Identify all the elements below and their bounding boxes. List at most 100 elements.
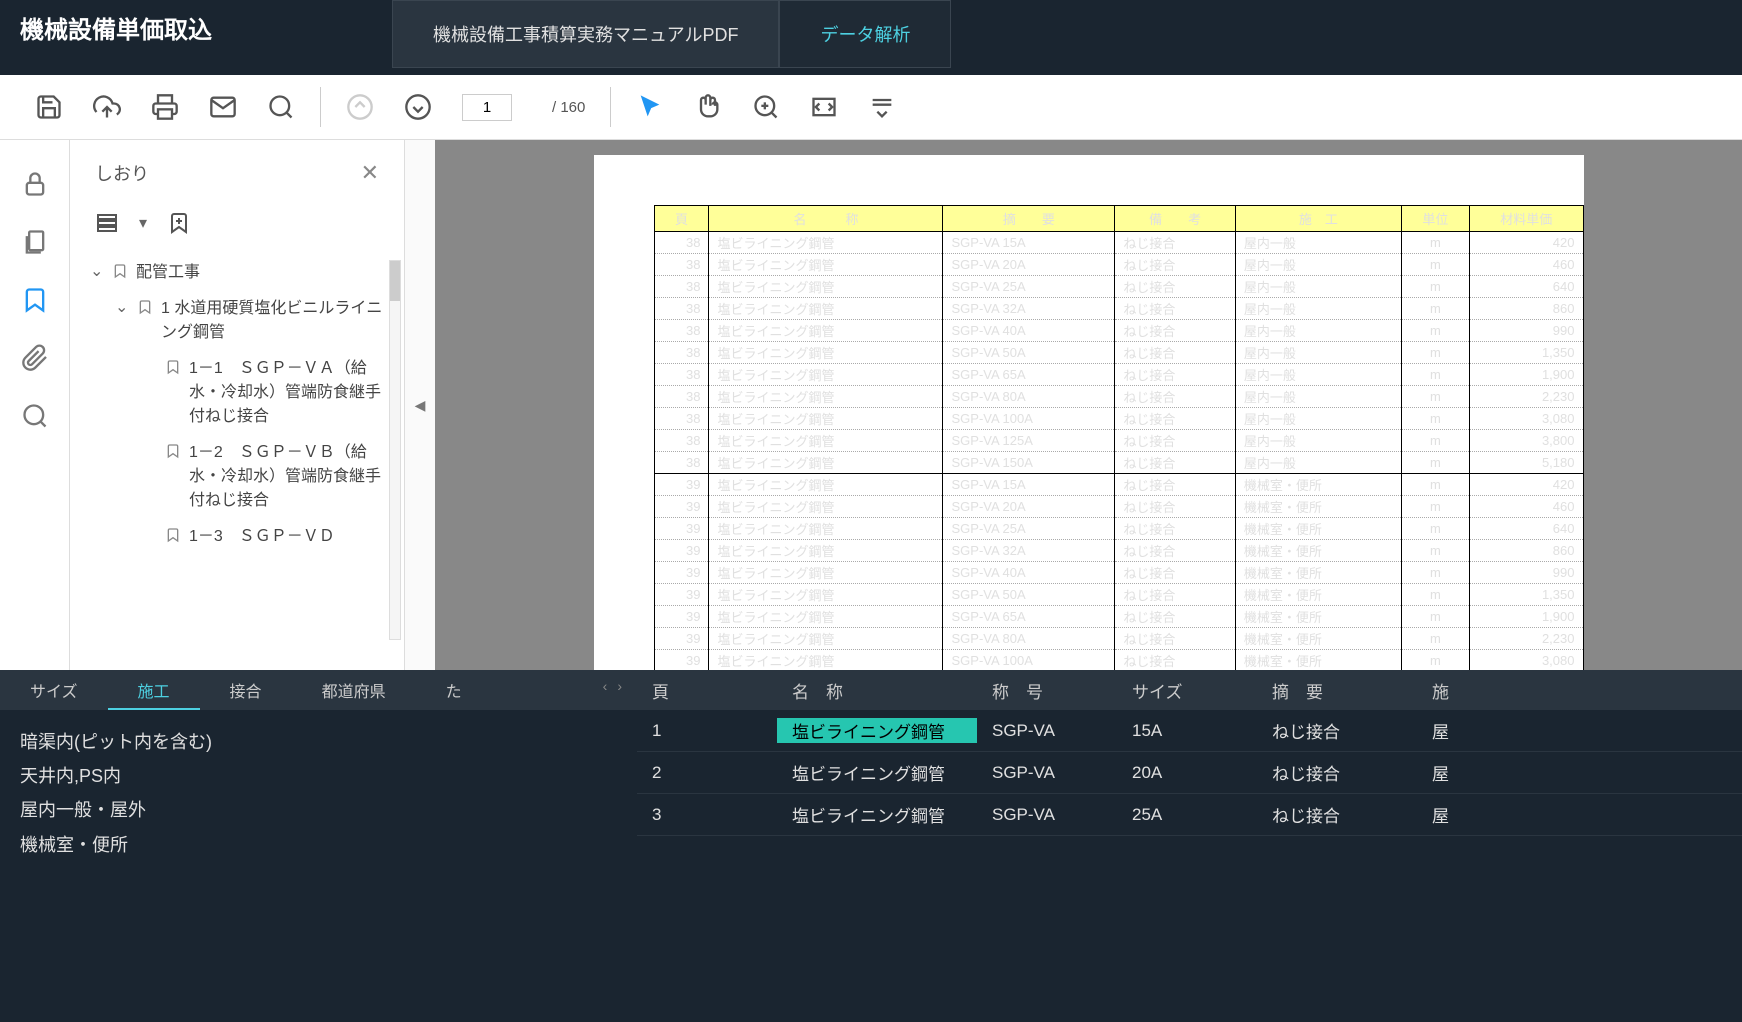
- pdf-table-row: 38塩ビライニング鋼管SGP-VA 100Aねじ接合屋内一般m3,080: [654, 408, 1583, 430]
- bookmark-outline-icon: [137, 297, 153, 317]
- search-panel-icon[interactable]: [21, 402, 49, 430]
- hand-icon[interactable]: [694, 93, 722, 121]
- list-item[interactable]: 暗渠内(ピット内を含む): [20, 725, 617, 759]
- tab-extra[interactable]: た: [416, 670, 492, 710]
- bookmark-scrollbar[interactable]: [389, 260, 401, 640]
- print-icon[interactable]: [151, 93, 179, 121]
- pdf-table-row: 38塩ビライニング鋼管SGP-VA 125Aねじ接合屋内一般m3,800: [654, 430, 1583, 452]
- tree-leaf-1-label: 1－1 ＳＧＰ－ＶＡ（給水・冷却水）管端防食継手付ねじ接合: [189, 357, 384, 429]
- tree-leaf-2[interactable]: 1－2 ＳＧＰ－ＶＢ（給水・冷却水）管端防食継手付ねじ接合: [165, 435, 384, 519]
- tree-root-label: 配管工事: [136, 261, 384, 285]
- chevron-down-icon[interactable]: ⌄: [115, 297, 129, 317]
- bookmark-panel-title: しおり: [95, 160, 149, 186]
- tree-root[interactable]: ⌄ 配管工事: [90, 255, 384, 291]
- pdf-data-table: 頁名 称摘 要備 考施 工単位材料単価38塩ビライニング鋼管SGP-VA 15A…: [654, 205, 1584, 670]
- pdf-column-header: 名 称: [709, 206, 943, 232]
- bottom-panel: サイズ 施工 接合 都道府県 た ‹ › 暗渠内(ピット内を含む) 天井内,PS…: [0, 670, 1742, 1022]
- close-icon[interactable]: ✕: [361, 160, 379, 186]
- tree-child-1[interactable]: ⌄ 1 水道用硬質塩化ビニルライニング鋼管: [115, 291, 384, 351]
- tree-leaf-3[interactable]: 1－3 ＳＧＰ－ＶＤ: [165, 519, 384, 555]
- pdf-table-row: 39塩ビライニング鋼管SGP-VA 15Aねじ接合機械室・便所m420: [654, 474, 1583, 496]
- data-grid-header: 頁 名 称 称 号 サイズ 摘 要 施: [637, 670, 1742, 710]
- page-down-icon[interactable]: [404, 93, 432, 121]
- pdf-table-row: 38塩ビライニング鋼管SGP-VA 15Aねじ接合屋内一般m420: [654, 232, 1583, 254]
- list-item[interactable]: 機械室・便所: [20, 828, 617, 862]
- search-icon[interactable]: [267, 93, 295, 121]
- pdf-table-row: 39塩ビライニング鋼管SGP-VA 40Aねじ接合機械室・便所m990: [654, 562, 1583, 584]
- tab-construction[interactable]: 施工: [108, 670, 200, 710]
- tab-prev-icon[interactable]: ‹: [603, 678, 608, 694]
- tree-leaf-1[interactable]: 1－1 ＳＧＰ－ＶＡ（給水・冷却水）管端防食継手付ねじ接合: [165, 351, 384, 435]
- pdf-table-row: 39塩ビライニング鋼管SGP-VA 65Aねじ接合機械室・便所m1,900: [654, 606, 1583, 628]
- pdf-table-row: 38塩ビライニング鋼管SGP-VA 25Aねじ接合屋内一般m640: [654, 276, 1583, 298]
- bookmark-outline-icon: [165, 357, 181, 377]
- tab-pdf-manual[interactable]: 機械設備工事積算実務マニュアルPDF: [392, 0, 779, 68]
- pages-icon[interactable]: [21, 228, 49, 256]
- pdf-table-row: 39塩ビライニング鋼管SGP-VA 100Aねじ接合機械室・便所m3,080: [654, 650, 1583, 671]
- text-width-icon[interactable]: [868, 93, 896, 121]
- bookmark-outline-icon: [165, 441, 181, 461]
- save-icon[interactable]: [35, 93, 63, 121]
- viewer-body: しおり ✕ ▾ ⌄ 配管工事 ⌄ 1 水道用硬質塩化ビニルライ: [0, 140, 1742, 670]
- col-header-page: 頁: [637, 678, 777, 703]
- bookmark-outline-icon: [112, 261, 128, 281]
- bookmark-outline-icon: [165, 525, 181, 545]
- pdf-table-row: 38塩ビライニング鋼管SGP-VA 20Aねじ接合屋内一般m460: [654, 254, 1583, 276]
- tree-leaf-2-label: 1－2 ＳＧＰ－ＶＢ（給水・冷却水）管端防食継手付ねじ接合: [189, 441, 384, 513]
- col-header-code: 称 号: [977, 678, 1117, 703]
- pdf-table-row: 38塩ビライニング鋼管SGP-VA 80Aねじ接合屋内一般m2,230: [654, 386, 1583, 408]
- lock-icon[interactable]: [21, 170, 49, 198]
- scrollbar-thumb[interactable]: [390, 261, 400, 301]
- pdf-toolbar: / 160: [0, 75, 1742, 140]
- pdf-column-header: 摘 要: [943, 206, 1115, 232]
- data-row[interactable]: 3塩ビライニング鋼管SGP-VA25Aねじ接合屋: [637, 794, 1742, 836]
- tab-data-analysis[interactable]: データ解析: [779, 0, 951, 68]
- bookmark-icon[interactable]: [21, 286, 49, 314]
- tab-next-icon[interactable]: ›: [617, 678, 622, 694]
- data-row[interactable]: 1塩ビライニング鋼管SGP-VA15Aねじ接合屋: [637, 710, 1742, 752]
- pdf-column-header: 材料単価: [1469, 206, 1583, 232]
- col-header-summary: 摘 要: [1257, 678, 1417, 703]
- pdf-table-row: 39塩ビライニング鋼管SGP-VA 25Aねじ接合機械室・便所m640: [654, 518, 1583, 540]
- app-header: 機械設備単価取込 機械設備工事積算実務マニュアルPDF データ解析: [0, 0, 1742, 75]
- tab-joint[interactable]: 接合: [200, 670, 292, 710]
- pdf-column-header: 備 考: [1115, 206, 1236, 232]
- bottom-left-panel: サイズ 施工 接合 都道府県 た ‹ › 暗渠内(ピット内を含む) 天井内,PS…: [0, 670, 637, 1022]
- pdf-table-row: 39塩ビライニング鋼管SGP-VA 80Aねじ接合機械室・便所m2,230: [654, 628, 1583, 650]
- pdf-column-header: 頁: [654, 206, 709, 232]
- page-up-icon[interactable]: [346, 93, 374, 121]
- filter-list: 暗渠内(ピット内を含む) 天井内,PS内 屋内一般・屋外 機械室・便所: [0, 710, 637, 1022]
- triangle-left-icon: ◀: [415, 397, 426, 414]
- pdf-table-row: 39塩ビライニング鋼管SGP-VA 32Aねじ接合機械室・便所m860: [654, 540, 1583, 562]
- page-number-input[interactable]: [462, 94, 512, 121]
- tree-leaf-3-label: 1－3 ＳＧＰ－ＶＤ: [189, 525, 384, 549]
- pdf-viewer-area: / 160 しおり ✕ ▾: [0, 75, 1742, 670]
- tree-child-1-label: 1 水道用硬質塩化ビニルライニング鋼管: [161, 297, 384, 345]
- data-row[interactable]: 2塩ビライニング鋼管SGP-VA20Aねじ接合屋: [637, 752, 1742, 794]
- cloud-upload-icon[interactable]: [93, 93, 121, 121]
- tab-prefecture[interactable]: 都道府県: [292, 670, 416, 710]
- bottom-right-panel: 頁 名 称 称 号 サイズ 摘 要 施 1塩ビライニング鋼管SGP-VA15Aね…: [637, 670, 1742, 1022]
- list-view-icon[interactable]: [95, 211, 119, 235]
- chevron-down-icon[interactable]: ⌄: [90, 261, 104, 281]
- page-total-label: / 160: [552, 99, 585, 116]
- zoom-in-icon[interactable]: [752, 93, 780, 121]
- pdf-table-row: 38塩ビライニング鋼管SGP-VA 65Aねじ接合屋内一般m1,900: [654, 364, 1583, 386]
- email-icon[interactable]: [209, 93, 237, 121]
- tab-size[interactable]: サイズ: [0, 670, 108, 710]
- col-header-size: サイズ: [1117, 678, 1257, 703]
- list-item[interactable]: 天井内,PS内: [20, 759, 617, 793]
- attachment-icon[interactable]: [21, 344, 49, 372]
- pointer-icon[interactable]: [636, 93, 664, 121]
- bookmark-tree: ⌄ 配管工事 ⌄ 1 水道用硬質塩化ビニルライニング鋼管 1－1 ＳＧＰ－ＶＡ（…: [80, 250, 394, 660]
- dropdown-chevron-icon[interactable]: ▾: [139, 213, 147, 233]
- pdf-column-header: 単位: [1401, 206, 1469, 232]
- pdf-table-row: 39塩ビライニング鋼管SGP-VA 50Aねじ接合機械室・便所m1,350: [654, 584, 1583, 606]
- add-bookmark-icon[interactable]: [167, 211, 191, 235]
- fit-width-icon[interactable]: [810, 93, 838, 121]
- list-item[interactable]: 屋内一般・屋外: [20, 793, 617, 827]
- collapse-panel-button[interactable]: ◀: [405, 140, 435, 670]
- col-header-extra: 施: [1417, 678, 1464, 703]
- data-grid-body: 1塩ビライニング鋼管SGP-VA15Aねじ接合屋2塩ビライニング鋼管SGP-VA…: [637, 710, 1742, 1022]
- toolbar-divider: [320, 87, 321, 127]
